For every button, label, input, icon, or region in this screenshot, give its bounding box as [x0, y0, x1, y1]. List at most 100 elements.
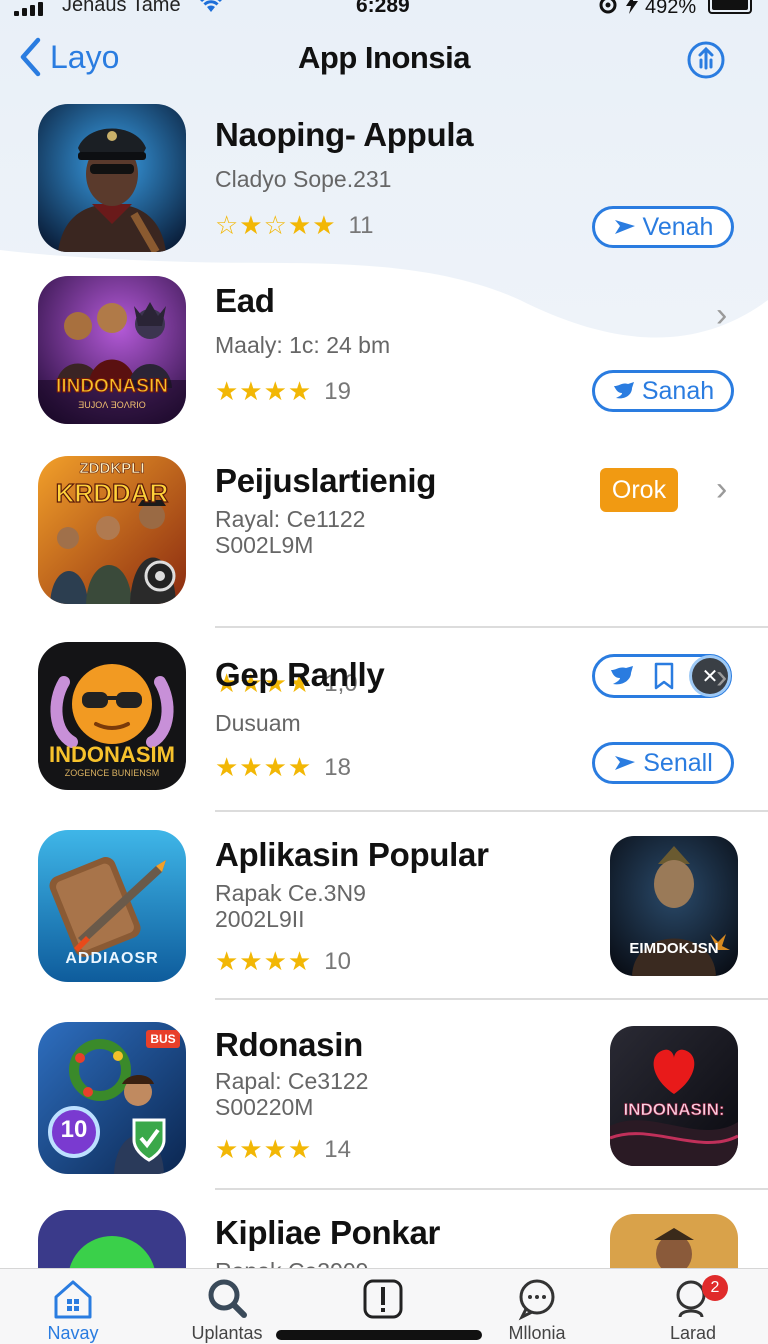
- home-indicator: [276, 1330, 482, 1340]
- navigation-bar: Layo App Inonsia: [0, 30, 768, 90]
- tab-label: Larad: [669, 1323, 717, 1343]
- app-icon-caption: ZOGENCE BUNIENSM: [64, 768, 160, 778]
- alert-icon: [363, 1279, 403, 1319]
- app-rating: ★★★★ 14: [215, 1134, 351, 1165]
- status-bar: Jenaus Tame 6:289 492%: [0, 0, 768, 22]
- bird-icon: [615, 756, 636, 770]
- app-icon-pen: ADDIAOSR: [38, 830, 186, 982]
- app-icon-title: ADDIAOSR: [65, 950, 159, 967]
- battery-percent: 492%: [645, 0, 697, 18]
- tab-home[interactable]: Navay: [18, 1277, 128, 1344]
- carrier-name: Jenaus Tame: [62, 0, 181, 16]
- app-icon-soldier: [38, 104, 186, 252]
- app-icon-shield: 10 BUS: [38, 1022, 186, 1174]
- app-icon-heroes: IINDONASIN ƎUJOɅ ƎOɅRIO: [38, 276, 186, 424]
- screenshot-thumbnail[interactable]: EIMDOKJSN: [610, 836, 738, 976]
- tab-alerts[interactable]: [328, 1277, 438, 1323]
- star-rating-icons: ★★★★: [215, 1134, 313, 1164]
- star-rating-icons: ★★★★: [215, 946, 313, 976]
- app-icon-squad: ZDDKPLI KRDDAR: [38, 456, 186, 604]
- rating-count: 11: [348, 211, 374, 239]
- star-rating-icons: ★★★★: [215, 376, 313, 406]
- tab-label: Mllonia: [508, 1323, 566, 1343]
- bird-icon[interactable]: [609, 664, 635, 688]
- app-subtitle-2: S002L9M: [215, 532, 314, 558]
- row-divider: [215, 1188, 768, 1190]
- charging-icon: [625, 0, 639, 20]
- app-name: Rdonasin: [215, 1026, 363, 1063]
- screenshot-thumbnail[interactable]: [610, 1214, 738, 1268]
- app-icon-title: IINDONASIN: [56, 376, 169, 398]
- open-button[interactable]: Orok: [600, 468, 678, 512]
- app-rating: ★★★★ 19: [215, 376, 351, 407]
- rating-count: 19: [324, 377, 351, 405]
- notification-badge: 2: [702, 1275, 728, 1301]
- thumbnail-caption: INDONASIN:: [623, 1100, 725, 1120]
- get-button[interactable]: Sanah: [592, 370, 734, 412]
- app-subtitle-2: S00220M: [215, 1094, 314, 1120]
- search-icon: [208, 1279, 247, 1318]
- app-subtitle: Rayal: Ce1122: [215, 506, 366, 532]
- tab-label: Navay: [47, 1323, 99, 1343]
- rating-count: 14: [324, 1135, 351, 1163]
- status-time: 6:289: [356, 0, 410, 17]
- app-rating: ★★★★ 10: [215, 946, 351, 977]
- home-icon: [54, 1280, 92, 1319]
- app-icon-caption: ƎUJOɅ ƎOɅRIO: [78, 400, 146, 410]
- get-button[interactable]: Venah: [592, 206, 734, 248]
- bookmark-icon[interactable]: [653, 662, 675, 690]
- app-icon-caption: ZDDKPLI: [79, 460, 145, 478]
- app-name: Peijuslartienig: [215, 462, 437, 499]
- app-icon-emoji: INDONASIM ZOGENCE BUNIENSM: [38, 642, 186, 790]
- chat-icon: [518, 1279, 555, 1321]
- app-icon-title: KRDDAR: [55, 477, 169, 508]
- row-divider: [215, 810, 768, 812]
- star-rating-icons: ☆★☆★★: [215, 210, 337, 240]
- star-rating-icons: ★★★★: [215, 752, 313, 782]
- get-button-label: Senall: [643, 748, 713, 777]
- get-button-label: Sanah: [641, 376, 715, 405]
- share-icon[interactable]: [686, 40, 726, 80]
- level-badge: 10: [60, 1116, 88, 1143]
- app-name: Ead: [215, 282, 275, 319]
- tab-label: Uplantas: [191, 1323, 263, 1343]
- get-button-label: Venah: [642, 212, 714, 241]
- app-name: Aplikasin Popular: [215, 836, 489, 873]
- app-rating: ☆★☆★★ 11: [215, 210, 373, 241]
- row-divider: [215, 626, 768, 628]
- alarm-icon: [597, 0, 619, 20]
- battery-icon: [708, 0, 752, 14]
- chevron-right-icon[interactable]: ›: [716, 470, 727, 509]
- bird-icon: [613, 382, 634, 399]
- row-divider: [215, 998, 768, 1000]
- app-subtitle: Dusuam: [215, 710, 301, 736]
- open-button-label: Orok: [611, 475, 667, 504]
- app-name: Kipliae Ponkar: [215, 1214, 441, 1251]
- tab-profile[interactable]: 2 Larad: [638, 1275, 748, 1344]
- app-subtitle: Cladyo Sope.231: [215, 166, 392, 192]
- app-subtitle: Rapal: Ce3122: [215, 1068, 369, 1094]
- wifi-icon: [198, 0, 224, 20]
- thumbnail-caption: EIMDOKJSN: [629, 940, 719, 957]
- app-name: Gep Ranlly: [215, 656, 385, 693]
- app-subtitle: Maaly: 1c: 24 bm: [215, 332, 391, 358]
- rating-count: 10: [324, 947, 351, 975]
- tab-messages[interactable]: Mllonia: [482, 1277, 592, 1344]
- bus-badge: BUS: [150, 1032, 176, 1046]
- app-icon-green: [38, 1210, 186, 1268]
- share-options-control[interactable]: ✕: [592, 654, 732, 698]
- app-name: Naoping- Appula: [215, 116, 474, 153]
- bird-icon: [614, 220, 635, 234]
- app-subtitle: Rapak Ce.3N9: [215, 880, 366, 906]
- chevron-right-icon[interactable]: ›: [716, 296, 727, 335]
- rating-count: 18: [324, 753, 351, 781]
- signal-icon: [14, 0, 43, 16]
- tab-search[interactable]: Uplantas: [172, 1277, 282, 1344]
- get-button[interactable]: Senall: [592, 742, 734, 784]
- chevron-right-icon[interactable]: ›: [716, 658, 727, 697]
- screenshot-thumbnail[interactable]: INDONASIN:: [610, 1026, 738, 1166]
- app-icon-title: INDONASIM: [49, 742, 175, 767]
- app-subtitle-2: 2002L9II: [215, 906, 305, 932]
- page-title: App Inonsia: [298, 40, 470, 75]
- app-rating: ★★★★ 18: [215, 752, 351, 783]
